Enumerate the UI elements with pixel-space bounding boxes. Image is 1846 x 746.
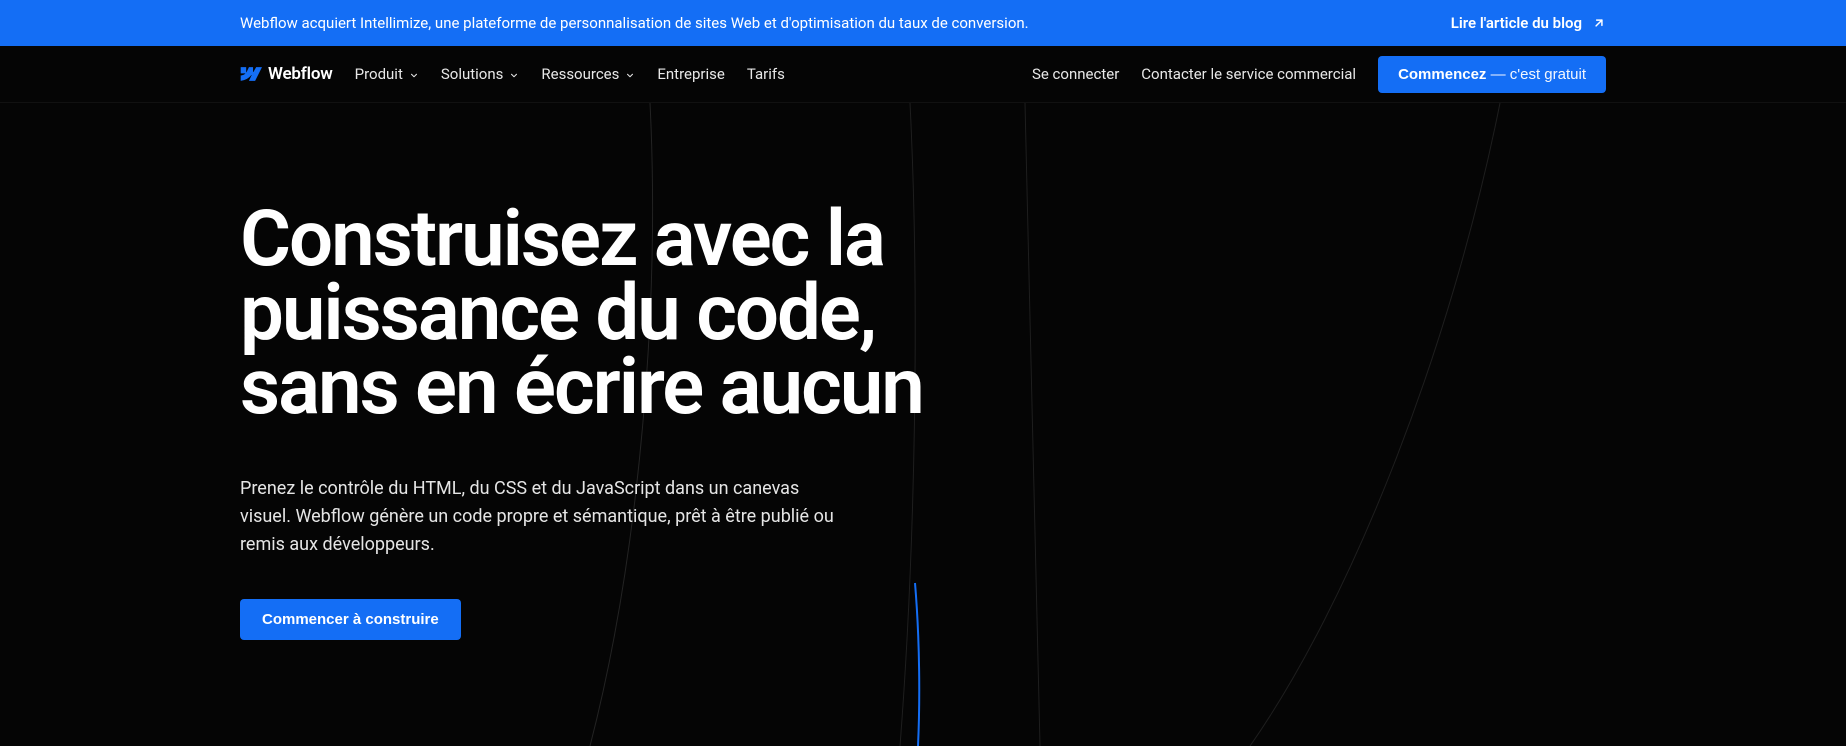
cta-primary-label: Commencez [1398,66,1486,83]
nav-left: Webflow Produit Solutions Ressources [240,64,785,84]
nav-item-entreprise[interactable]: Entreprise [657,65,724,83]
logo-text: Webflow [268,64,333,84]
nav-item-ressources[interactable]: Ressources [541,65,635,83]
external-link-icon [1592,16,1606,30]
nav-item-label: Tarifs [747,65,785,83]
nav-login-link[interactable]: Se connecter [1032,65,1119,83]
hero-title: Construisez avec la puissance du code, s… [240,203,1000,425]
chevron-down-icon [625,70,635,80]
announcement-link[interactable]: Lire l'article du blog [1451,14,1606,32]
announcement-banner: Webflow acquiert Intellimize, une platef… [0,0,1846,46]
nav-item-label: Solutions [441,65,504,83]
announcement-text: Webflow acquiert Intellimize, une platef… [240,14,1029,32]
nav-cta-button[interactable]: Commencez — c'est gratuit [1378,56,1606,93]
chevron-down-icon [509,70,519,80]
nav-item-label: Entreprise [657,65,724,83]
hero-section: Construisez avec la puissance du code, s… [0,103,1846,746]
logo[interactable]: Webflow [240,64,333,84]
logo-icon [240,66,262,82]
announcement-link-label: Lire l'article du blog [1451,14,1582,32]
nav-item-label: Ressources [541,65,619,83]
nav-items: Produit Solutions Ressources Entreprise [355,65,785,83]
chevron-down-icon [409,70,419,80]
nav-item-solutions[interactable]: Solutions [441,65,520,83]
nav-right: Se connecter Contacter le service commer… [1032,56,1606,93]
main-nav: Webflow Produit Solutions Ressources [0,46,1846,103]
hero-content: Construisez avec la puissance du code, s… [240,203,1000,640]
hero-subtitle: Prenez le contrôle du HTML, du CSS et du… [240,475,840,559]
nav-item-tarifs[interactable]: Tarifs [747,65,785,83]
nav-contact-link[interactable]: Contacter le service commercial [1141,65,1356,83]
cta-secondary-label: — c'est gratuit [1486,66,1586,83]
hero-cta-button[interactable]: Commencer à construire [240,599,461,640]
nav-item-produit[interactable]: Produit [355,65,419,83]
nav-item-label: Produit [355,65,403,83]
